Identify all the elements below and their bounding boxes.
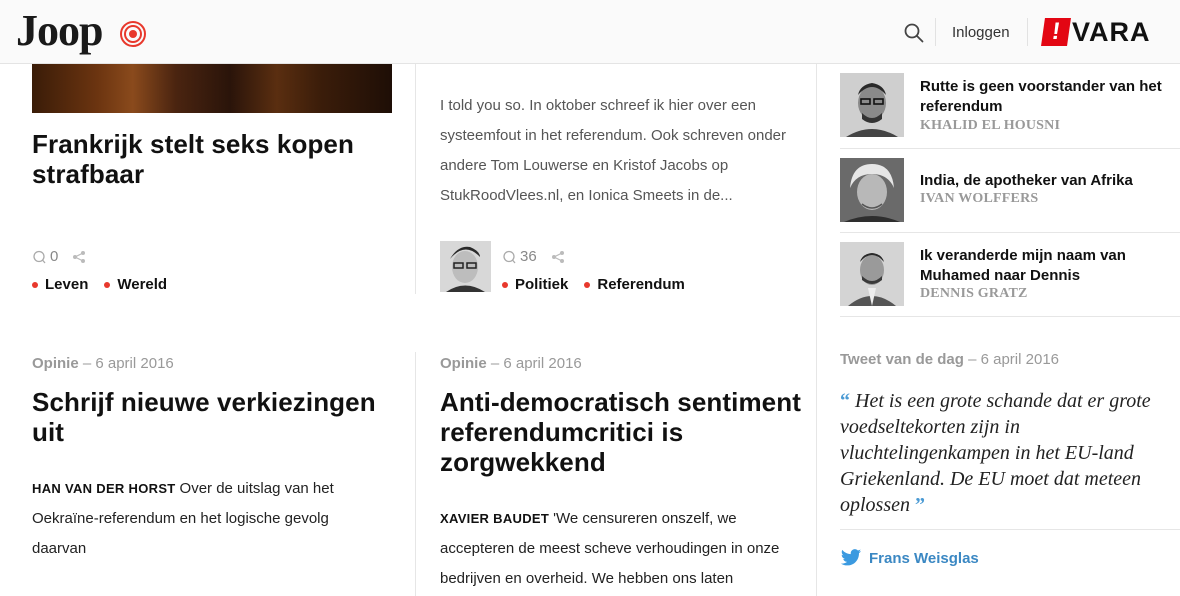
article-headline[interactable]: Frankrijk stelt seks kopen strafbaar [32,129,402,189]
comment-icon [503,250,516,263]
sidebar-thumbnail [840,73,904,137]
comment-icon [33,250,46,263]
tag-link[interactable]: Wereld [104,276,167,293]
sidebar-divider [840,316,1180,317]
tag-label: Politiek [515,276,569,293]
article-date: 6 april 2016 [95,355,174,372]
article-category[interactable]: Opinie [440,355,487,372]
tweet-date: 6 april 2016 [980,351,1060,368]
close-quote-icon: ” [915,494,925,516]
tag-label: Wereld [117,276,168,293]
article-author[interactable]: HAN VAN DER HORST [32,481,176,496]
tag-label: Referendum [597,276,685,293]
article-stats: 0 [32,248,86,265]
sidebar-article-title: India, de apotheker van Afrika [920,172,1133,189]
author-portrait [840,242,904,306]
article-date: 6 april 2016 [503,355,582,372]
sidebar-article[interactable]: Ik veranderde mijn naam van Muhamed naar… [840,242,1180,314]
share-icon[interactable] [72,250,86,264]
open-quote-icon: “ [840,390,850,412]
sidebar-divider [840,232,1180,233]
article-meta: Opinie – 6 april 2016 [440,355,582,372]
column-divider [816,64,817,596]
tag-dot [32,281,38,288]
meta-separator: – [82,355,92,372]
search-icon[interactable] [903,22,925,44]
sidebar-article[interactable]: India, de apotheker van Afrika IVAN WOLF… [840,158,1180,230]
sidebar-article-author: DENNIS GRATZ [920,286,1028,301]
tweet-author: Frans Weisglas [869,549,979,567]
article-meta: Opinie – 6 april 2016 [32,355,174,372]
login-link[interactable]: Inloggen [952,24,1010,41]
target-icon [120,21,146,47]
share-icon[interactable] [551,250,565,264]
sidebar-divider [840,148,1180,149]
column-divider [415,64,416,294]
sidebar-article-author: KHALID EL HOUSNI [920,118,1061,133]
tweet-meta: Tweet van de dag – 6 april 2016 [840,351,1059,368]
tag-link[interactable]: Politiek [502,276,568,293]
sidebar-divider [840,529,1180,530]
meta-separator: – [968,351,977,368]
article-tags: Leven Wereld [32,276,183,293]
sidebar-thumbnail [840,242,904,306]
twitter-bird-icon [840,549,862,566]
site-header: Joop Inloggen ! VARA [0,0,1180,64]
column-divider [415,352,416,596]
article-tags: Politiek Referendum [502,276,701,293]
article-author[interactable]: XAVIER BAUDET [440,511,549,526]
meta-separator: – [490,355,500,372]
header-divider [1027,18,1028,46]
article-headline[interactable]: Anti-democratisch sentiment referendumcr… [440,387,810,477]
author-portrait [840,158,904,222]
author-portrait [440,241,491,292]
article-headline[interactable]: Schrijf nieuwe verkiezingen uit [32,387,402,447]
sidebar-article-author: IVAN WOLFFERS [920,191,1039,206]
article-image[interactable] [32,64,392,113]
site-logo[interactable]: Joop [16,6,103,56]
article-category[interactable]: Opinie [32,355,79,372]
author-portrait [840,73,904,137]
tag-link[interactable]: Referendum [584,276,685,293]
tweet-label: Tweet van de dag [840,351,964,368]
sidebar-article-title: Ik veranderde mijn naam van Muhamed naar… [920,247,1126,284]
vara-logo-text: VARA [1072,16,1151,47]
sidebar-article-title: Rutte is geen voorstander van het refere… [920,78,1162,115]
article-stats: 36 [502,248,565,265]
author-avatar[interactable] [440,241,491,292]
article-teaser[interactable]: I told you so. In oktober schreef ik hie… [440,91,810,211]
tag-label: Leven [45,276,89,293]
comment-count: 36 [520,248,537,265]
header-divider [935,18,936,46]
comment-count: 0 [50,248,59,265]
article-intro-block: XAVIER BAUDET 'We censureren onszelf, we … [440,504,805,594]
vara-logo-mark: ! [1041,18,1071,46]
tag-dot [584,281,591,288]
sidebar-thumbnail [840,158,904,222]
tag-link[interactable]: Leven [32,276,88,293]
tweet-author-link[interactable]: Frans Weisglas [840,548,979,568]
tag-dot [502,281,508,288]
tweet-text: Het is een grote schande dat er grote vo… [840,390,1151,516]
tag-dot [104,281,111,288]
sidebar-article[interactable]: Rutte is geen voorstander van het refere… [840,73,1180,145]
tweet-quote: “ Het is een grote schande dat er grote … [840,388,1170,518]
article-intro-block: HAN VAN DER HORST Over de uitslag van het… [32,474,382,564]
vara-logo[interactable]: ! VARA [1041,16,1151,47]
